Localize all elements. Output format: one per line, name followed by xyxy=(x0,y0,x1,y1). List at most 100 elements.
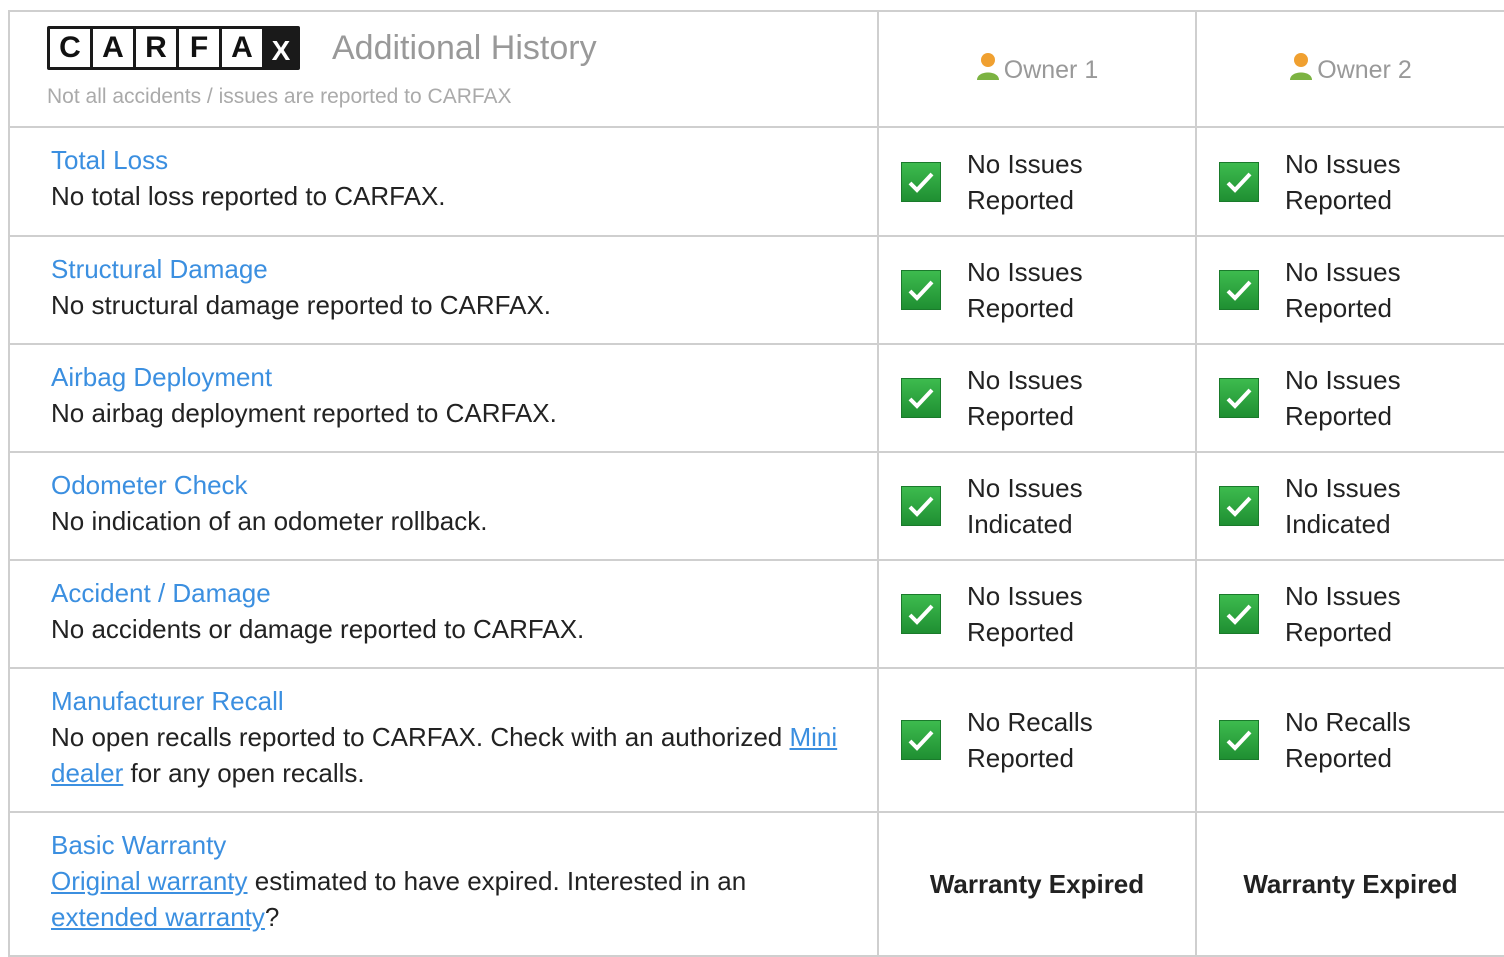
check-icon xyxy=(1219,720,1259,760)
check-icon xyxy=(901,161,941,202)
row-main-cell: Manufacturer Recall No open recalls repo… xyxy=(8,667,879,813)
structural-damage-link[interactable]: Structural Damage xyxy=(51,251,857,287)
check-icon xyxy=(901,378,941,418)
check-icon xyxy=(901,270,941,310)
history-row-accident-damage: Accident / Damage No accidents or damage… xyxy=(8,559,1504,669)
owner-1-status: No Issues Reported xyxy=(877,343,1197,453)
status-line1: No Issues xyxy=(967,257,1083,287)
row-description: No airbag deployment reported to CARFAX. xyxy=(51,398,557,428)
check-icon xyxy=(1219,270,1259,310)
status-line1: No Issues xyxy=(967,148,1083,179)
status-line2: Reported xyxy=(1285,293,1392,323)
history-row-manufacturer-recall: Manufacturer Recall No open recalls repo… xyxy=(8,667,1504,813)
row-description: No accidents or damage reported to CARFA… xyxy=(51,614,585,644)
owner-2-status: No Issues Reported xyxy=(1195,235,1504,345)
row-description: Original warranty estimated to have expi… xyxy=(51,863,857,935)
owner-1-warranty-status: Warranty Expired xyxy=(877,811,1197,957)
check-icon xyxy=(1219,486,1259,526)
owner-1-status: No Issues Reported xyxy=(877,559,1197,669)
check-icon xyxy=(1219,594,1259,634)
status-line2: Reported xyxy=(967,401,1074,431)
check-icon xyxy=(1219,378,1259,418)
status-line2: Reported xyxy=(1285,743,1392,773)
owner-1-header: Owner 1 xyxy=(877,10,1197,128)
row-main-cell: Accident / Damage No accidents or damage… xyxy=(8,559,879,669)
status-line2: Reported xyxy=(1285,184,1392,215)
header-cell: C A R F A X Additional History Not all a… xyxy=(8,10,879,128)
check-icon xyxy=(1219,161,1259,202)
logo-letter: R xyxy=(136,29,176,67)
logo-letter: A xyxy=(93,29,133,67)
status-line1: No Issues xyxy=(1285,148,1401,179)
row-main-cell: Airbag Deployment No airbag deployment r… xyxy=(8,343,879,453)
check-icon xyxy=(901,594,941,634)
original-warranty-link[interactable]: Original warranty xyxy=(51,866,248,896)
status-line2: Indicated xyxy=(967,509,1073,539)
row-description: No structural damage reported to CARFAX. xyxy=(51,290,552,320)
history-row-airbag-deployment: Airbag Deployment No airbag deployment r… xyxy=(8,343,1504,453)
recall-desc-pre: No open recalls reported to CARFAX. Chec… xyxy=(51,722,790,752)
section-subtitle: Not all accidents / issues are reported … xyxy=(47,85,512,108)
status-line1: No Issues xyxy=(967,473,1083,503)
status-line2: Reported xyxy=(967,743,1074,773)
owner-1-status: No Recalls Reported xyxy=(877,667,1197,813)
odometer-check-link[interactable]: Odometer Check xyxy=(51,467,857,503)
row-main-cell: Basic Warranty Original warranty estimat… xyxy=(8,811,879,957)
history-row-odometer-check: Odometer Check No indication of an odome… xyxy=(8,451,1504,561)
owner-2-status: No Issues Indicated xyxy=(1195,451,1504,561)
owner-2-warranty-status: Warranty Expired xyxy=(1195,811,1504,957)
status-line1: No Issues xyxy=(1285,257,1401,287)
owner-2-status: No Issues Reported xyxy=(1195,559,1504,669)
manufacturer-recall-link[interactable]: Manufacturer Recall xyxy=(51,683,857,719)
status-line1: No Issues xyxy=(1285,365,1401,395)
logo-letter: X xyxy=(265,29,297,67)
recall-desc-post: for any open recalls. xyxy=(123,758,365,788)
warranty-desc-mid: estimated to have expired. Interested in… xyxy=(247,866,747,896)
total-loss-link[interactable]: Total Loss xyxy=(51,142,857,178)
status-line2: Reported xyxy=(967,293,1074,323)
carfax-logo: C A R F A X xyxy=(47,26,300,70)
airbag-deployment-link[interactable]: Airbag Deployment xyxy=(51,359,857,395)
basic-warranty-link[interactable]: Basic Warranty xyxy=(51,827,857,863)
owner-1-status: No Issues Reported xyxy=(877,235,1197,345)
row-description: No open recalls reported to CARFAX. Chec… xyxy=(51,719,857,791)
check-icon xyxy=(901,486,941,526)
status-line2: Indicated xyxy=(1285,509,1391,539)
row-description: No indication of an odometer rollback. xyxy=(51,506,488,536)
history-row-total-loss: Total Loss No total loss reported to CAR… xyxy=(8,126,1504,237)
additional-history-table-wrap: C A R F A X Additional History Not all a… xyxy=(8,10,1504,957)
status-line2: Reported xyxy=(967,184,1074,215)
header-row: C A R F A X Additional History Not all a… xyxy=(8,10,1504,128)
owner-1-label: Owner 1 xyxy=(1003,55,1099,84)
owner-1-status: No Issues Reported xyxy=(877,126,1197,237)
person-icon xyxy=(1289,52,1313,87)
status-line1: No Recalls xyxy=(1285,707,1411,737)
status-line2: Reported xyxy=(967,617,1074,647)
person-icon xyxy=(976,52,1000,87)
owner-2-status: No Issues Reported xyxy=(1195,343,1504,453)
status-line1: No Issues xyxy=(967,581,1083,611)
status-line1: No Issues xyxy=(1285,473,1401,503)
row-main-cell: Total Loss No total loss reported to CAR… xyxy=(8,126,879,237)
extended-warranty-link[interactable]: extended warranty xyxy=(51,902,265,932)
status-line2: Reported xyxy=(1285,617,1392,647)
status-line1: No Issues xyxy=(1285,581,1401,611)
row-main-cell: Structural Damage No structural damage r… xyxy=(8,235,879,345)
owner-2-header: Owner 2 xyxy=(1195,10,1504,128)
owner-2-status: No Issues Reported xyxy=(1195,126,1504,237)
owner-2-label: Owner 2 xyxy=(1317,55,1412,84)
logo-letter: F xyxy=(179,29,219,67)
owner-2-status: No Recalls Reported xyxy=(1195,667,1504,813)
history-row-basic-warranty: Basic Warranty Original warranty estimat… xyxy=(8,811,1504,957)
owner-1-status: No Issues Indicated xyxy=(877,451,1197,561)
history-row-structural-damage: Structural Damage No structural damage r… xyxy=(8,235,1504,345)
status-line1: No Issues xyxy=(967,365,1083,395)
accident-damage-link[interactable]: Accident / Damage xyxy=(51,575,857,611)
section-title: Additional History xyxy=(332,28,597,67)
row-main-cell: Odometer Check No indication of an odome… xyxy=(8,451,879,561)
additional-history-table: C A R F A X Additional History Not all a… xyxy=(8,10,1504,957)
logo-letter: C xyxy=(50,29,90,67)
logo-letter: A xyxy=(222,29,262,67)
row-description: No total loss reported to CARFAX. xyxy=(51,181,446,211)
check-icon xyxy=(901,720,941,760)
